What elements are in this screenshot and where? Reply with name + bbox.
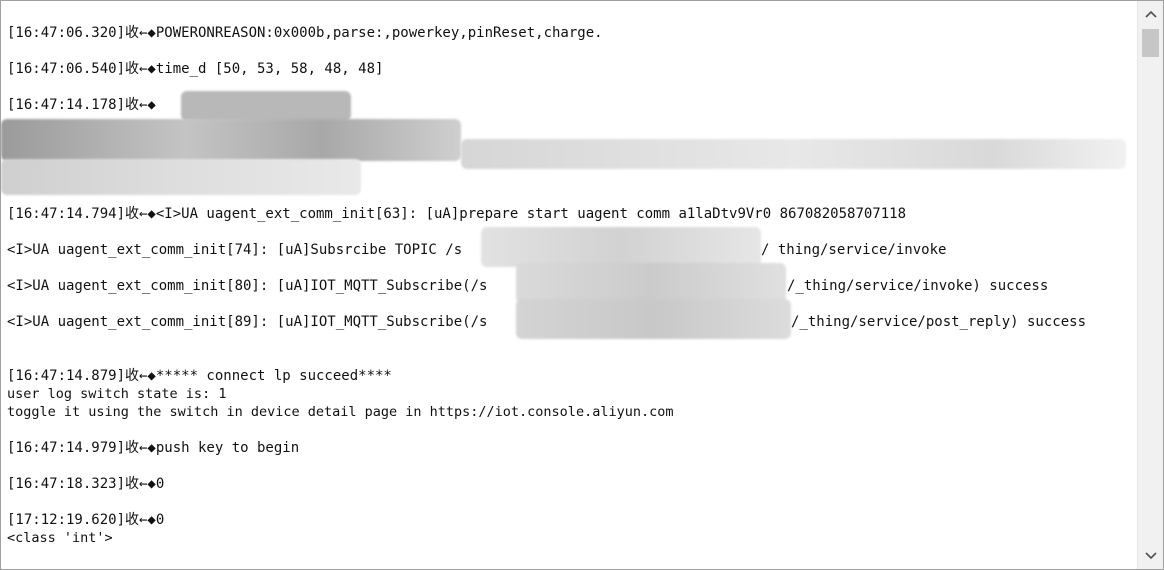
vertical-scrollbar[interactable] [1137, 1, 1163, 569]
redacted-region [461, 139, 1126, 169]
chevron-down-icon [1144, 552, 1157, 560]
redacted-region [1, 159, 361, 195]
log-line: <I>UA uagent_ext_comm_init[74]: [uA]Subs… [7, 242, 463, 258]
log-line: <I>UA uagent_ext_comm_init[80]: [uA]IOT_… [7, 278, 488, 294]
scrollbar-thumb[interactable] [1142, 29, 1159, 57]
scroll-up-button[interactable] [1138, 3, 1163, 25]
log-line: [16:47:14.879]收←◆***** connect lp succee… [7, 368, 392, 384]
redacted-region [1, 119, 461, 161]
log-line: [17:12:19.620]收←◆0 [7, 512, 165, 528]
log-line: / thing/service/invoke [761, 242, 947, 258]
log-line: <I>UA uagent_ext_comm_init[89]: [uA]IOT_… [7, 314, 488, 330]
log-line: [16:47:14.178]收←◆ [7, 97, 156, 113]
log-line: user log switch state is: 1 [7, 386, 227, 402]
chevron-up-icon [1144, 10, 1157, 18]
log-line: [16:47:06.320]收←◆POWERONREASON:0x000b,pa… [7, 25, 603, 41]
log-line: [16:47:06.540]收←◆time_d [50, 53, 58, 48,… [7, 61, 384, 77]
log-output-area[interactable]: [16:47:06.320]收←◆POWERONREASON:0x000b,pa… [1, 1, 1137, 569]
redacted-region [181, 91, 351, 121]
log-line: <class 'int'> [7, 530, 113, 546]
log-line: toggle it using the switch in device det… [7, 404, 674, 420]
log-line: [16:47:18.323]收←◆0 [7, 476, 165, 492]
log-line: [16:47:14.979]收←◆push key to begin [7, 440, 300, 456]
redacted-region [516, 263, 786, 303]
redacted-region [481, 227, 761, 267]
log-line: /_thing/service/post_reply) success [791, 314, 1087, 330]
serial-terminal-window: [16:47:06.320]收←◆POWERONREASON:0x000b,pa… [0, 0, 1164, 570]
log-line: /_thing/service/invoke) success [787, 278, 1049, 294]
log-line: [16:47:14.794]收←◆<I>UA uagent_ext_comm_i… [7, 206, 907, 222]
redacted-region [516, 299, 791, 339]
scroll-down-button[interactable] [1138, 545, 1163, 567]
